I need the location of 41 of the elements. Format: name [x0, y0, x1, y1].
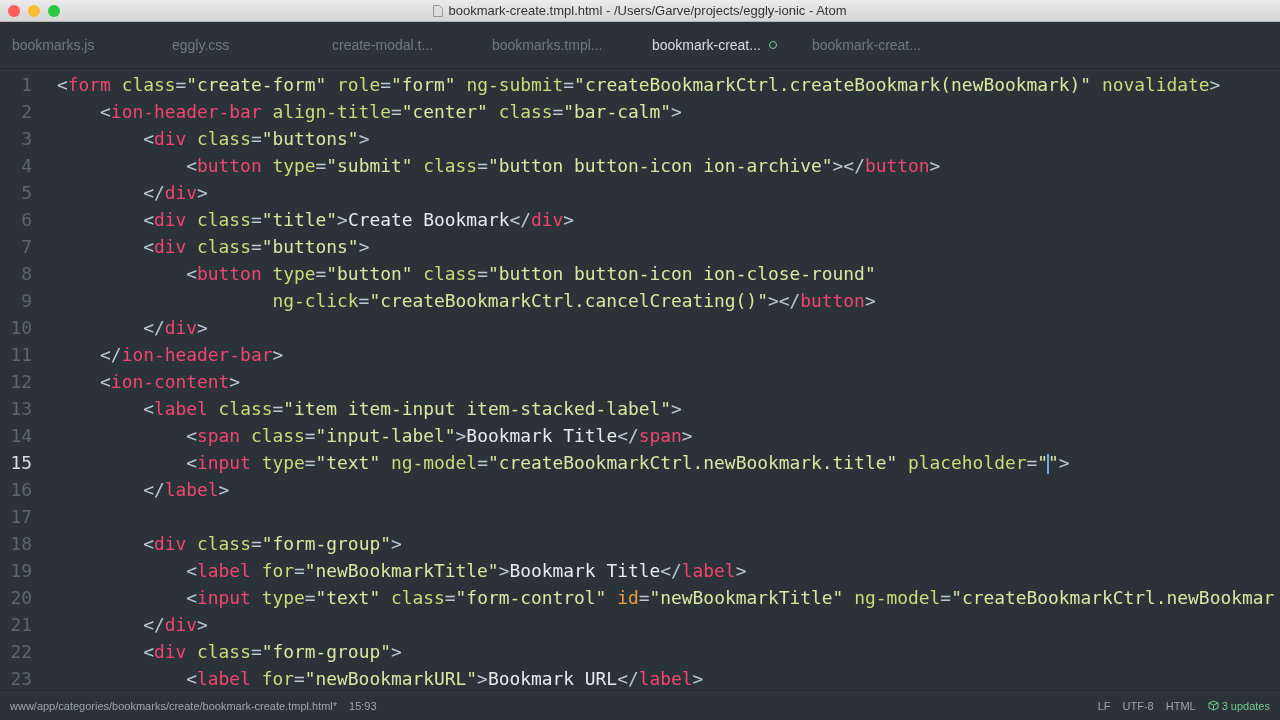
- document-icon: [433, 4, 444, 17]
- file-encoding[interactable]: UTF-8: [1122, 699, 1154, 712]
- code-line: <div class="buttons">: [142, 236, 370, 257]
- code-line: <ion-header-bar align-title="center" class="bar-calm">: [99, 101, 682, 122]
- editor-tab[interactable]: bookmarks.js: [0, 22, 160, 68]
- editor-tab[interactable]: bookmarks.tmpl...: [480, 22, 640, 68]
- code-line: </label>: [142, 479, 230, 500]
- grammar-selector[interactable]: HTML: [1165, 699, 1196, 712]
- code-line: <label class="item item-input item-stacked-label">: [142, 398, 682, 419]
- code-line: <input type="text" class="form-control" id="newBookmarkTitle" ng-model="createBookmarkCtrl.newBookmar: [185, 587, 1275, 608]
- code-line: <label for="newBookmarkTitle">Bookmark Title</label>: [185, 560, 747, 581]
- window-title: bookmark-create.tmpl.html - /Users/Garve/projects/eggly-ionic - Atom: [448, 3, 847, 18]
- code-line: <button type="submit" class="button button-icon ion-archive"></button>: [185, 155, 941, 176]
- line-ending[interactable]: LF: [1097, 699, 1111, 712]
- line-number: 15: [9, 452, 32, 473]
- code-line: <input type="text" ng-model="createBookmarkCtrl.newBookmark.title" placeholder="">: [185, 451, 1070, 474]
- cursor-position[interactable]: 15:93: [349, 699, 377, 712]
- code-line: </div>: [142, 182, 208, 203]
- editor-tab[interactable]: create-modal.t...: [320, 22, 480, 68]
- code-line: </ion-header-bar>: [99, 344, 284, 365]
- zoom-button[interactable]: [48, 4, 60, 17]
- code-line: <div class="buttons">: [142, 128, 370, 149]
- updates-link[interactable]: 3 updates: [1221, 699, 1270, 712]
- code-line: ng-click="createBookmarkCtrl.cancelCreating()"></button>: [271, 290, 876, 311]
- minimize-button[interactable]: [28, 4, 40, 17]
- editor-tab[interactable]: eggly.css: [160, 22, 320, 68]
- code-line: <div class="form-group">: [142, 641, 402, 662]
- code-line: <form class="create-form" role="form" ng-submit="createBookmarkCtrl.createBookmark(newBookmark)" novalidate>: [57, 74, 1221, 95]
- code-line: <div class="title">Create Bookmark</div>: [142, 209, 575, 230]
- editor-tab[interactable]: bookmark-creat...: [800, 22, 960, 68]
- code-line: </div>: [142, 614, 208, 635]
- code-line: <label for="newBookmarkURL">Bookmark URL</label>: [185, 668, 704, 689]
- code-line: <button type="button" class="button button-icon ion-close-round": [185, 263, 876, 284]
- package-icon: [1207, 700, 1219, 711]
- code-line: <ion-content>: [99, 371, 241, 392]
- file-path[interactable]: www/app/categories/bookmarks/create/bookmark-create.tmpl.html*: [10, 699, 338, 712]
- close-button[interactable]: [8, 4, 20, 17]
- editor-tab[interactable]: bookmark-creat...: [640, 22, 800, 68]
- code-line: <span class="input-label">Bookmark Title</span>: [185, 425, 693, 446]
- code-line: </div>: [142, 317, 208, 338]
- code-line: <div class="form-group">: [142, 533, 402, 554]
